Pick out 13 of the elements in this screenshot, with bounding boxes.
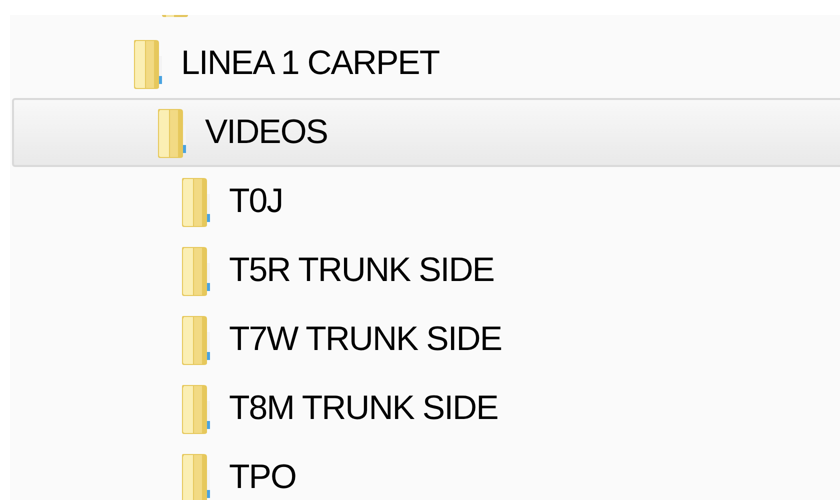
tree-item[interactable]: T0J (10, 167, 840, 236)
tree-item[interactable]: TPO (10, 443, 840, 500)
folder-icon (132, 38, 163, 90)
tree-item[interactable]: T7W TRUNK SIDE (10, 305, 840, 374)
tree-item[interactable]: VIDEOS (12, 98, 840, 167)
folder-icon (180, 244, 211, 296)
tree-item[interactable]: T8M TRUNK SIDE (10, 374, 840, 443)
folder-icon (156, 106, 187, 158)
tree-item[interactable]: LINEA 1 CARPET (10, 29, 840, 98)
tree-item[interactable]: T5R TRUNK SIDE (10, 236, 840, 305)
folder-icon (180, 176, 211, 228)
folder-icon (180, 382, 211, 434)
folder-icon (180, 314, 211, 366)
